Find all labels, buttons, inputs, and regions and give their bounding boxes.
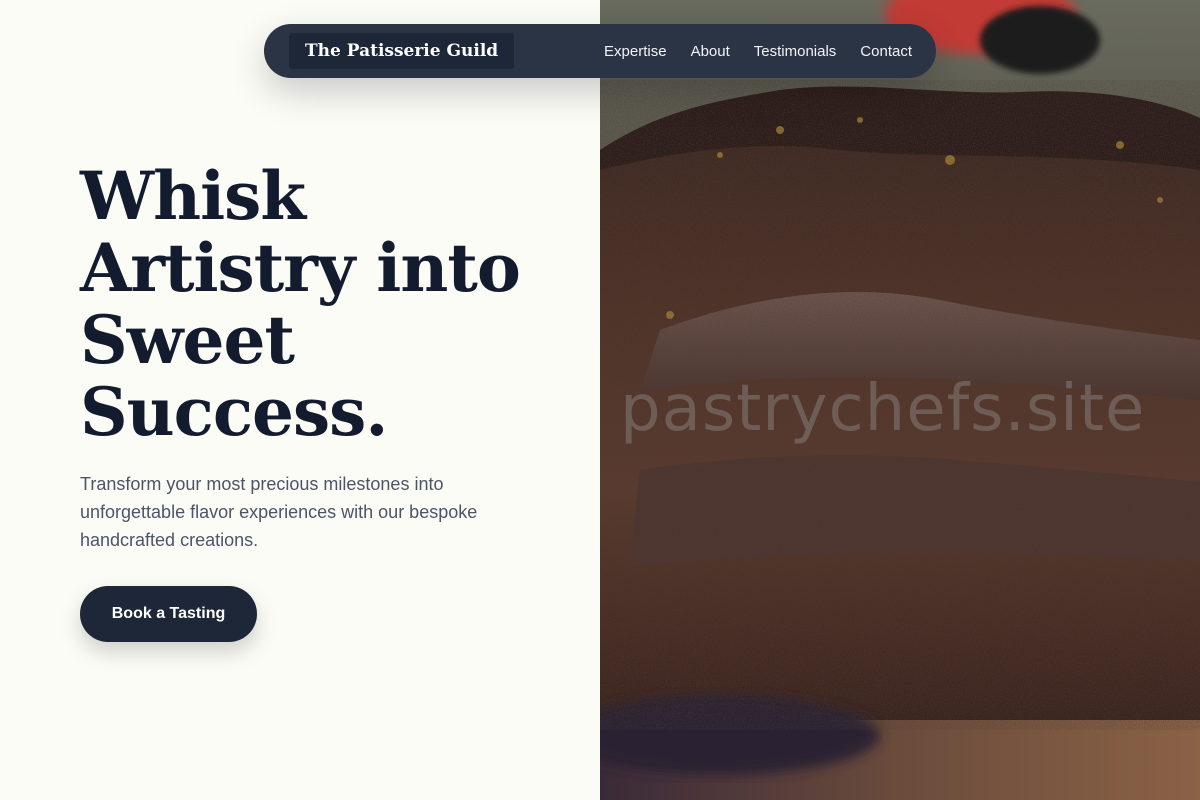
top-navbar: The Patisserie Guild Expertise About Tes… bbox=[264, 24, 936, 78]
hero-title: Whisk Artistry into Sweet Success. bbox=[80, 160, 580, 448]
hero-title-line: Whisk bbox=[80, 157, 306, 235]
brand-logo[interactable]: The Patisserie Guild bbox=[289, 33, 515, 69]
nav-link-testimonials[interactable]: Testimonials bbox=[754, 43, 837, 60]
hero-subtitle: Transform your most precious milestones … bbox=[80, 474, 478, 550]
hero-image: pastrychefs.site bbox=[600, 0, 1200, 800]
nav-links: Expertise About Testimonials Contact bbox=[604, 43, 912, 60]
hero-title-line: Artistry into bbox=[80, 229, 521, 307]
nav-link-about[interactable]: About bbox=[691, 43, 730, 60]
chocolate-cake-photo bbox=[600, 0, 1200, 800]
hero-title-line: Success. bbox=[80, 373, 388, 451]
book-tasting-button[interactable]: Book a Tasting bbox=[80, 586, 257, 642]
nav-link-contact[interactable]: Contact bbox=[860, 43, 912, 60]
landing-page: pastrychefs.site The Patisserie Guild Ex… bbox=[0, 0, 1200, 800]
hero-title-line: Sweet bbox=[80, 301, 295, 379]
nav-link-expertise[interactable]: Expertise bbox=[604, 43, 667, 60]
